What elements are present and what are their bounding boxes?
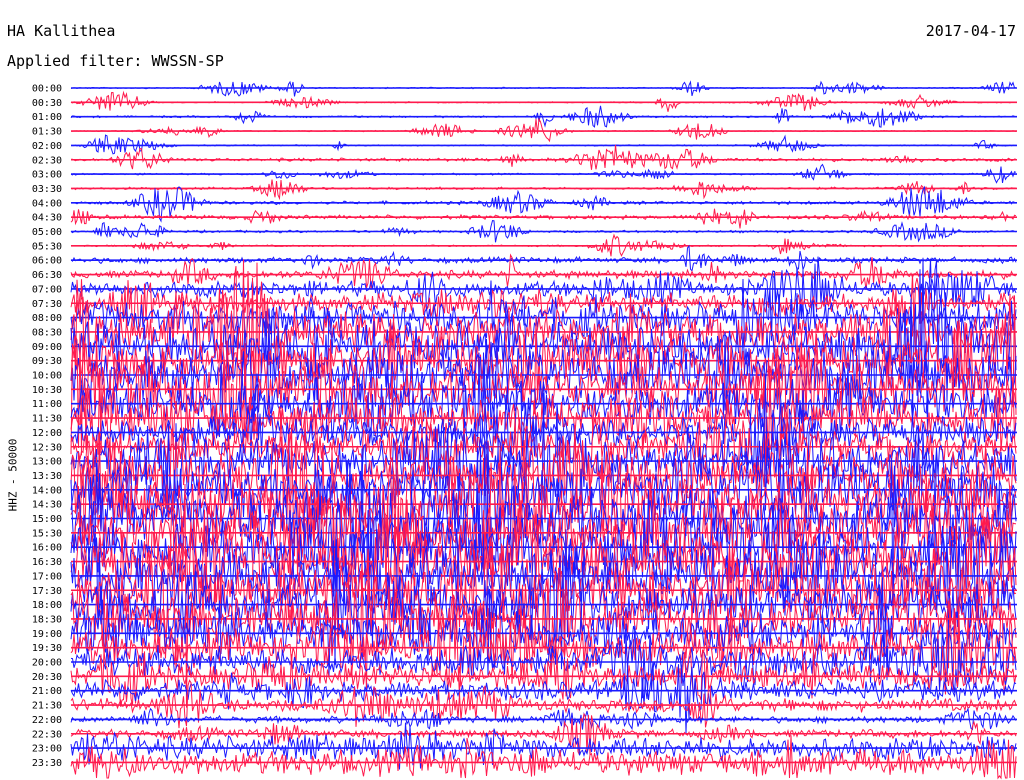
row-time-label: 14:00 bbox=[32, 485, 62, 496]
row-time-label: 07:00 bbox=[32, 284, 62, 295]
row-time-label: 13:30 bbox=[32, 471, 62, 482]
trace-07:30 bbox=[70, 273, 1017, 336]
row-time-label: 10:00 bbox=[32, 371, 62, 382]
row-time-label: 05:00 bbox=[32, 227, 62, 238]
row-time-label: 09:00 bbox=[32, 342, 62, 353]
seismogram-plot: 00:00 00:30 01:00 01:30 02:00 02:30 03:00 03:30… bbox=[32, 80, 1017, 780]
row-time-label: 21:30 bbox=[32, 701, 62, 712]
row-time-label: 15:30 bbox=[32, 528, 62, 539]
trace-02:00 bbox=[71, 134, 1016, 155]
row-time-label: 20:30 bbox=[32, 672, 62, 683]
row-time-label: 03:00 bbox=[32, 170, 62, 181]
row-time-label: 23:00 bbox=[32, 744, 62, 755]
row-time-label: 05:30 bbox=[32, 241, 62, 252]
trace-06:00 bbox=[70, 244, 1017, 272]
row-time-label: 02:00 bbox=[32, 141, 62, 152]
row-time-label: 13:00 bbox=[32, 457, 62, 468]
row-time-label: 12:00 bbox=[32, 428, 62, 439]
row-time-label: 20:00 bbox=[32, 658, 62, 669]
row-time-label: 00:30 bbox=[32, 98, 62, 109]
row-time-label: 12:30 bbox=[32, 442, 62, 453]
row-time-label: 16:30 bbox=[32, 557, 62, 568]
row-time-label: 18:00 bbox=[32, 600, 62, 611]
row-time-label: 08:00 bbox=[32, 313, 62, 324]
row-time-label: 07:30 bbox=[32, 299, 62, 310]
row-time-label: 03:30 bbox=[32, 184, 62, 195]
row-time-label: 22:30 bbox=[32, 729, 62, 740]
row-time-label: 09:30 bbox=[32, 356, 62, 367]
row-time-label: 23:30 bbox=[32, 758, 62, 769]
row-time-label: 10:30 bbox=[32, 385, 62, 396]
trace-00:00 bbox=[70, 80, 1016, 97]
row-time-label: 08:30 bbox=[32, 327, 62, 338]
row-time-label: 04:00 bbox=[32, 198, 62, 209]
trace-04:30 bbox=[70, 208, 1017, 229]
row-time-label: 21:00 bbox=[32, 686, 62, 697]
row-time-label: 18:30 bbox=[32, 614, 62, 625]
row-time-label: 16:00 bbox=[32, 543, 62, 554]
row-time-label: 11:00 bbox=[32, 399, 62, 410]
row-time-label: 17:30 bbox=[32, 586, 62, 597]
row-time-label: 11:30 bbox=[32, 414, 62, 425]
row-time-label: 06:30 bbox=[32, 270, 62, 281]
row-time-label: 00:00 bbox=[32, 84, 62, 95]
row-time-label: 06:00 bbox=[32, 256, 62, 267]
trace-02:30 bbox=[70, 144, 1017, 170]
row-time-label: 19:00 bbox=[32, 629, 62, 640]
row-time-label: 01:30 bbox=[32, 127, 62, 138]
row-time-label: 15:00 bbox=[32, 514, 62, 525]
row-time-label: 17:00 bbox=[32, 571, 62, 582]
row-time-label: 19:30 bbox=[32, 643, 62, 654]
row-time-label: 04:30 bbox=[32, 213, 62, 224]
row-time-label: 14:30 bbox=[32, 500, 62, 511]
row-time-label: 22:00 bbox=[32, 715, 62, 726]
row-time-label: 02:30 bbox=[32, 155, 62, 166]
row-time-label: 01:00 bbox=[32, 112, 62, 123]
